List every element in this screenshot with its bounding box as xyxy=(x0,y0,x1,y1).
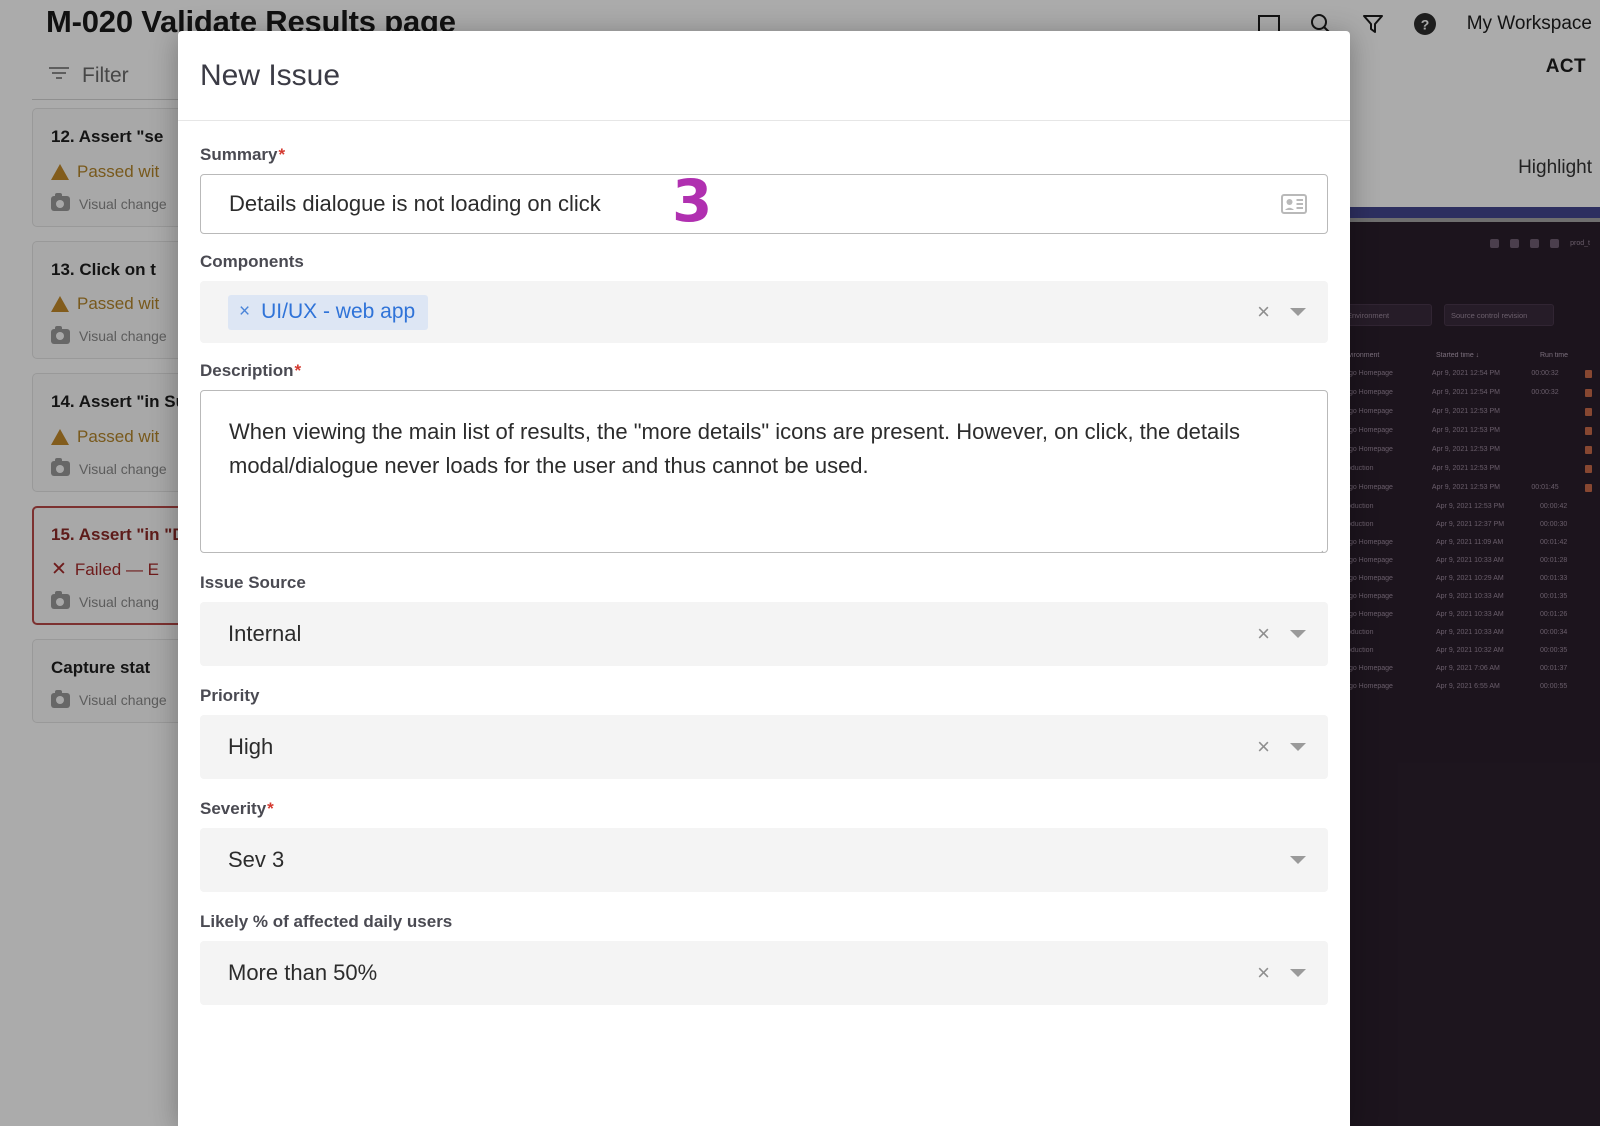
field-components: Components × UI/UX - web app × xyxy=(200,252,1328,343)
issue-source-clear-button[interactable]: × xyxy=(1257,623,1270,645)
field-description: Description* When viewing the main list … xyxy=(200,361,1328,553)
summary-input-value: Details dialogue is not loading on click xyxy=(229,191,601,217)
field-issue-source: Issue Source Internal × xyxy=(200,573,1328,666)
chevron-down-icon[interactable] xyxy=(1290,308,1306,316)
field-severity: Severity* Sev 3 xyxy=(200,799,1328,892)
priority-select[interactable]: High × xyxy=(200,715,1328,779)
summary-label: Summary* xyxy=(200,145,1328,165)
field-priority: Priority High × xyxy=(200,686,1328,779)
annotation-step-number: 3 xyxy=(672,172,712,230)
required-asterisk: * xyxy=(267,799,274,819)
chevron-down-icon[interactable] xyxy=(1290,969,1306,977)
affected-users-label: Likely % of affected daily users xyxy=(200,912,1328,932)
summary-input[interactable]: Details dialogue is not loading on click xyxy=(200,174,1328,234)
issue-source-select[interactable]: Internal × xyxy=(200,602,1328,666)
contact-card-icon[interactable] xyxy=(1281,194,1307,214)
components-chips: × UI/UX - web app xyxy=(228,295,1257,330)
required-asterisk: * xyxy=(295,361,302,381)
dialog-body: Summary* Details dialogue is not loading… xyxy=(178,121,1350,1005)
affected-users-value: More than 50% xyxy=(228,960,1257,986)
components-label: Components xyxy=(200,252,1328,272)
field-summary: Summary* Details dialogue is not loading… xyxy=(200,145,1328,234)
severity-select[interactable]: Sev 3 xyxy=(200,828,1328,892)
components-select[interactable]: × UI/UX - web app × xyxy=(200,281,1328,343)
chevron-down-icon[interactable] xyxy=(1290,856,1306,864)
priority-label: Priority xyxy=(200,686,1328,706)
dialog-header: New Issue xyxy=(178,31,1350,121)
resize-grip-icon[interactable] xyxy=(1312,537,1324,549)
severity-label: Severity* xyxy=(200,799,1328,819)
priority-clear-button[interactable]: × xyxy=(1257,736,1270,758)
description-value: When viewing the main list of results, t… xyxy=(229,419,1240,478)
chip-remove-icon[interactable]: × xyxy=(239,302,250,321)
affected-users-select[interactable]: More than 50% × xyxy=(200,941,1328,1005)
priority-value: High xyxy=(228,734,1257,760)
components-clear-button[interactable]: × xyxy=(1257,301,1270,323)
required-asterisk: * xyxy=(278,145,285,165)
description-label: Description* xyxy=(200,361,1328,381)
severity-value: Sev 3 xyxy=(228,847,1270,873)
chip-label: UI/UX - web app xyxy=(261,300,415,324)
issue-source-value: Internal xyxy=(228,621,1257,647)
component-chip[interactable]: × UI/UX - web app xyxy=(228,295,428,330)
chevron-down-icon[interactable] xyxy=(1290,743,1306,751)
description-textarea[interactable]: When viewing the main list of results, t… xyxy=(200,390,1328,553)
chevron-down-icon[interactable] xyxy=(1290,630,1306,638)
issue-source-label: Issue Source xyxy=(200,573,1328,593)
dialog-title: New Issue xyxy=(200,59,340,93)
new-issue-dialog: New Issue Summary* Details dialogue is n… xyxy=(178,31,1350,1126)
field-affected-users: Likely % of affected daily users More th… xyxy=(200,912,1328,1005)
affected-users-clear-button[interactable]: × xyxy=(1257,962,1270,984)
